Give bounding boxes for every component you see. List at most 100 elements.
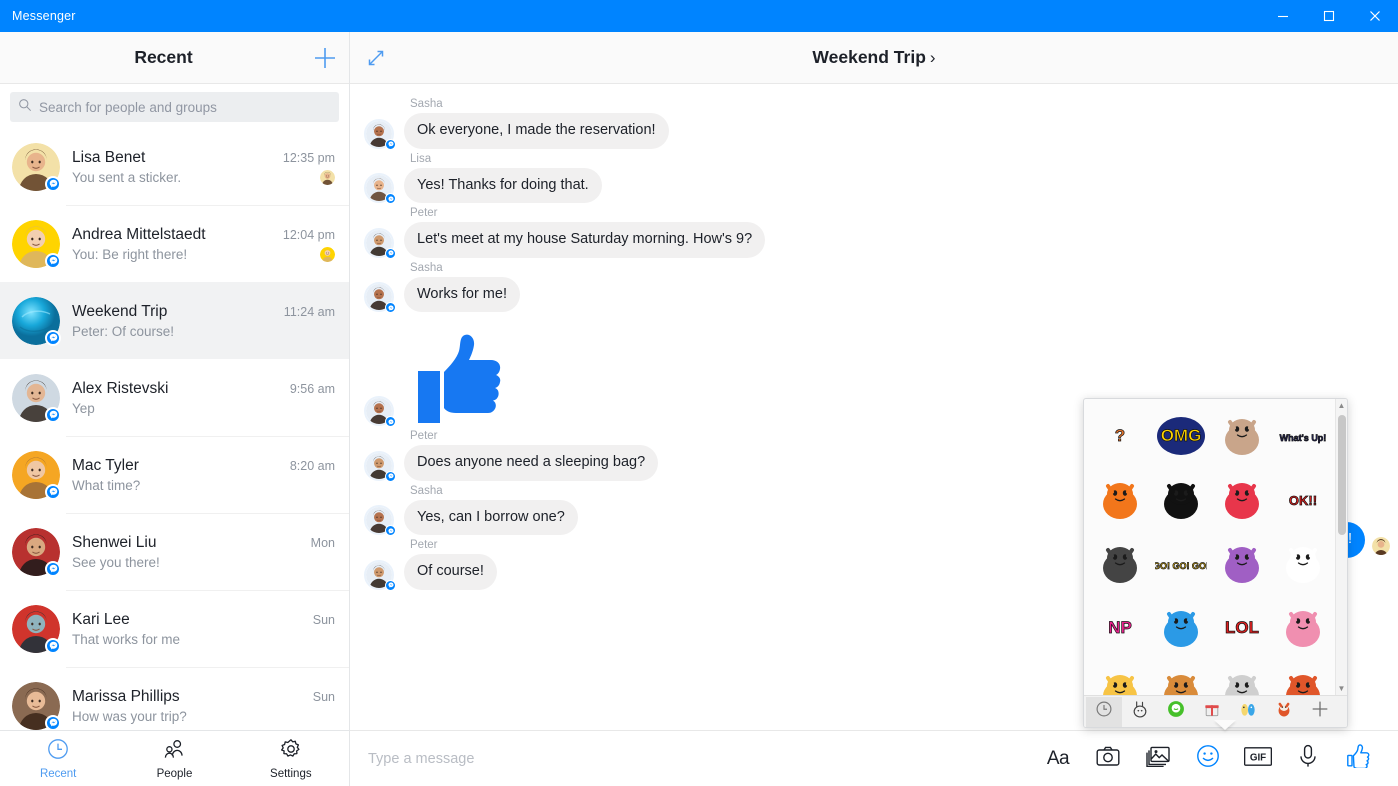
red-panda-icon: [1274, 699, 1294, 724]
text-format-button[interactable]: Aa: [1044, 745, 1072, 773]
redpanda-pack-tab[interactable]: [1266, 697, 1302, 727]
sticker-burger[interactable]: [1151, 661, 1210, 695]
sticker-dog-cat-fight[interactable]: [1212, 405, 1271, 467]
conversation-item[interactable]: Mac Tyler 8:20 am What time?: [0, 436, 349, 513]
sidebar-nav-settings[interactable]: Settings: [233, 731, 349, 786]
message-row: Works for me!: [350, 276, 1398, 314]
scroll-up-icon[interactable]: ▲: [1338, 401, 1346, 410]
sticker-lol-text[interactable]: LOL: [1212, 597, 1271, 659]
green-pack-tab[interactable]: [1158, 697, 1194, 727]
message-bubble[interactable]: Does anyone need a sleeping bag?: [404, 445, 659, 481]
message-bubble[interactable]: Let's meet at my house Saturday morning.…: [404, 222, 766, 258]
message-group: Lisa Yes! Thanks for doing that.: [350, 153, 1398, 205]
expand-icon[interactable]: [350, 32, 402, 84]
close-icon[interactable]: [1352, 0, 1398, 32]
like-button[interactable]: [1344, 744, 1372, 773]
sticker-picker[interactable]: ? OMG What's Up! OK!! GO! GO! GO! NP LOL ▲ ▼: [1083, 398, 1348, 728]
sticker-lumpy-purple[interactable]: [1212, 533, 1271, 595]
conversation-name: Lisa Benet: [72, 148, 146, 166]
conversation-item[interactable]: Andrea Mittelstaedt 12:04 pm You: Be right…: [0, 205, 349, 282]
messenger-badge-icon: [45, 329, 61, 346]
gif-button[interactable]: GIF: [1243, 745, 1273, 773]
sticker-black-blob[interactable]: [1151, 469, 1210, 531]
recent-stickers-tab[interactable]: [1086, 696, 1122, 727]
sticker-np-text[interactable]: NP: [1090, 597, 1149, 659]
conversation-item[interactable]: Marissa Phillips Sun How was your trip?: [0, 667, 349, 730]
conversation-item[interactable]: Weekend Trip 11:24 am Peter: Of course!: [0, 282, 349, 359]
chat-title-group[interactable]: Weekend Trip ›: [350, 47, 1398, 68]
sticker-go-go-go-sheep[interactable]: GO! GO! GO!: [1151, 533, 1210, 595]
rabbit-pack-tab[interactable]: [1122, 697, 1158, 727]
new-message-icon[interactable]: [301, 32, 349, 84]
sidebar-nav-recent[interactable]: Recent: [0, 731, 116, 786]
sticker-blue-bear[interactable]: [1151, 597, 1210, 659]
avatar: [12, 527, 61, 577]
search-input[interactable]: [39, 99, 331, 115]
search-box[interactable]: [10, 92, 339, 122]
search-icon: [18, 98, 32, 117]
conversation-item[interactable]: Shenwei Liu Mon See you there!: [0, 513, 349, 590]
conversation-item[interactable]: Alex Ristevski 9:56 am Yep: [0, 359, 349, 436]
conversation-bottom-row: What time?: [72, 478, 335, 493]
plus-icon: [1309, 698, 1331, 725]
message-bubble[interactable]: Yes, can I borrow one?: [404, 499, 578, 536]
message-bubble[interactable]: Of course!: [404, 554, 497, 590]
sticker-ok-egg[interactable]: OK!!: [1273, 469, 1332, 531]
sticker-heart-hug-pig[interactable]: [1212, 469, 1271, 531]
svg-text:OK!!: OK!!: [1288, 493, 1316, 508]
message-bubble[interactable]: Yes! Thanks for doing that.: [404, 167, 602, 204]
avatar: [12, 604, 61, 654]
sidebar-nav-label: Recent: [39, 768, 77, 780]
sticker-clown-fish[interactable]: [1090, 469, 1149, 531]
sticker-laugh-emoji[interactable]: [1090, 661, 1149, 695]
scroll-down-icon[interactable]: ▼: [1338, 684, 1346, 693]
conversation-list[interactable]: Lisa Benet 12:35 pm You sent a sticker. And…: [0, 128, 349, 730]
conversation-text: Mac Tyler 8:20 am What time?: [72, 457, 335, 493]
sticker-omg-text[interactable]: OMG: [1151, 405, 1210, 467]
sticker-button[interactable]: [1194, 745, 1222, 773]
conversation-top-row: Mac Tyler 8:20 am: [72, 457, 335, 475]
sticker-black-card-pig[interactable]: [1273, 597, 1332, 659]
message-sender: Sasha: [410, 98, 443, 110]
svg-text:What's Up!: What's Up!: [1279, 433, 1326, 443]
conversation-snippet: How was your trip?: [72, 708, 187, 724]
maximize-icon[interactable]: [1306, 0, 1352, 32]
conversation-item[interactable]: Kari Lee Sun That works for me: [0, 590, 349, 667]
sticker-scrollbar[interactable]: ▲ ▼: [1335, 399, 1347, 695]
conversation-item[interactable]: Lisa Benet 12:35 pm You sent a sticker.: [0, 128, 349, 205]
photo-button[interactable]: [1144, 745, 1172, 773]
messenger-badge-icon: [385, 470, 396, 482]
sticker-grey-shell[interactable]: [1212, 661, 1271, 695]
conversation-bottom-row: You sent a sticker.: [72, 169, 335, 185]
add-pack-tab[interactable]: [1302, 697, 1338, 727]
sidebar-header: Recent: [0, 32, 349, 84]
sticker-fox-question[interactable]: ?: [1090, 405, 1149, 467]
camera-button[interactable]: [1094, 745, 1122, 773]
sticker-white-rabbit[interactable]: [1090, 533, 1149, 595]
photo-icon: [1146, 745, 1170, 772]
sticker-red-panda[interactable]: [1273, 661, 1332, 695]
conversation-time: 9:56 am: [289, 381, 335, 396]
sticker-grid[interactable]: ? OMG What's Up! OK!! GO! GO! GO! NP LOL: [1084, 399, 1335, 695]
app-title: Messenger: [12, 9, 76, 23]
sidebar-nav-people[interactable]: People: [116, 731, 232, 786]
message-input[interactable]: [350, 750, 1044, 767]
conversation-text: Weekend Trip 11:24 am Peter: Of course!: [72, 303, 335, 339]
conversation-top-row: Alex Ristevski 9:56 am: [72, 380, 335, 398]
minimize-icon[interactable]: [1260, 0, 1306, 32]
message-avatar: [364, 450, 396, 482]
conversation-snippet: That works for me: [72, 631, 181, 647]
message-avatar: [364, 282, 396, 314]
title-bar: Messenger: [0, 0, 1398, 32]
voice-button[interactable]: [1294, 744, 1322, 773]
thumbs-up-sticker[interactable]: [404, 316, 514, 426]
avatar: [12, 373, 61, 423]
gif-icon: GIF: [1243, 746, 1273, 771]
conversation-top-row: Weekend Trip 11:24 am: [72, 303, 335, 321]
message-bubble[interactable]: Ok everyone, I made the reservation!: [404, 113, 669, 149]
scrollbar-thumb[interactable]: [1338, 415, 1346, 535]
chat-panel: Weekend Trip › Sasha Ok everyone, I made …: [350, 32, 1398, 786]
message-bubble[interactable]: Works for me!: [404, 276, 520, 313]
sticker-music-purple[interactable]: [1273, 533, 1332, 595]
sticker-whats-up-girl[interactable]: What's Up!: [1273, 405, 1332, 467]
